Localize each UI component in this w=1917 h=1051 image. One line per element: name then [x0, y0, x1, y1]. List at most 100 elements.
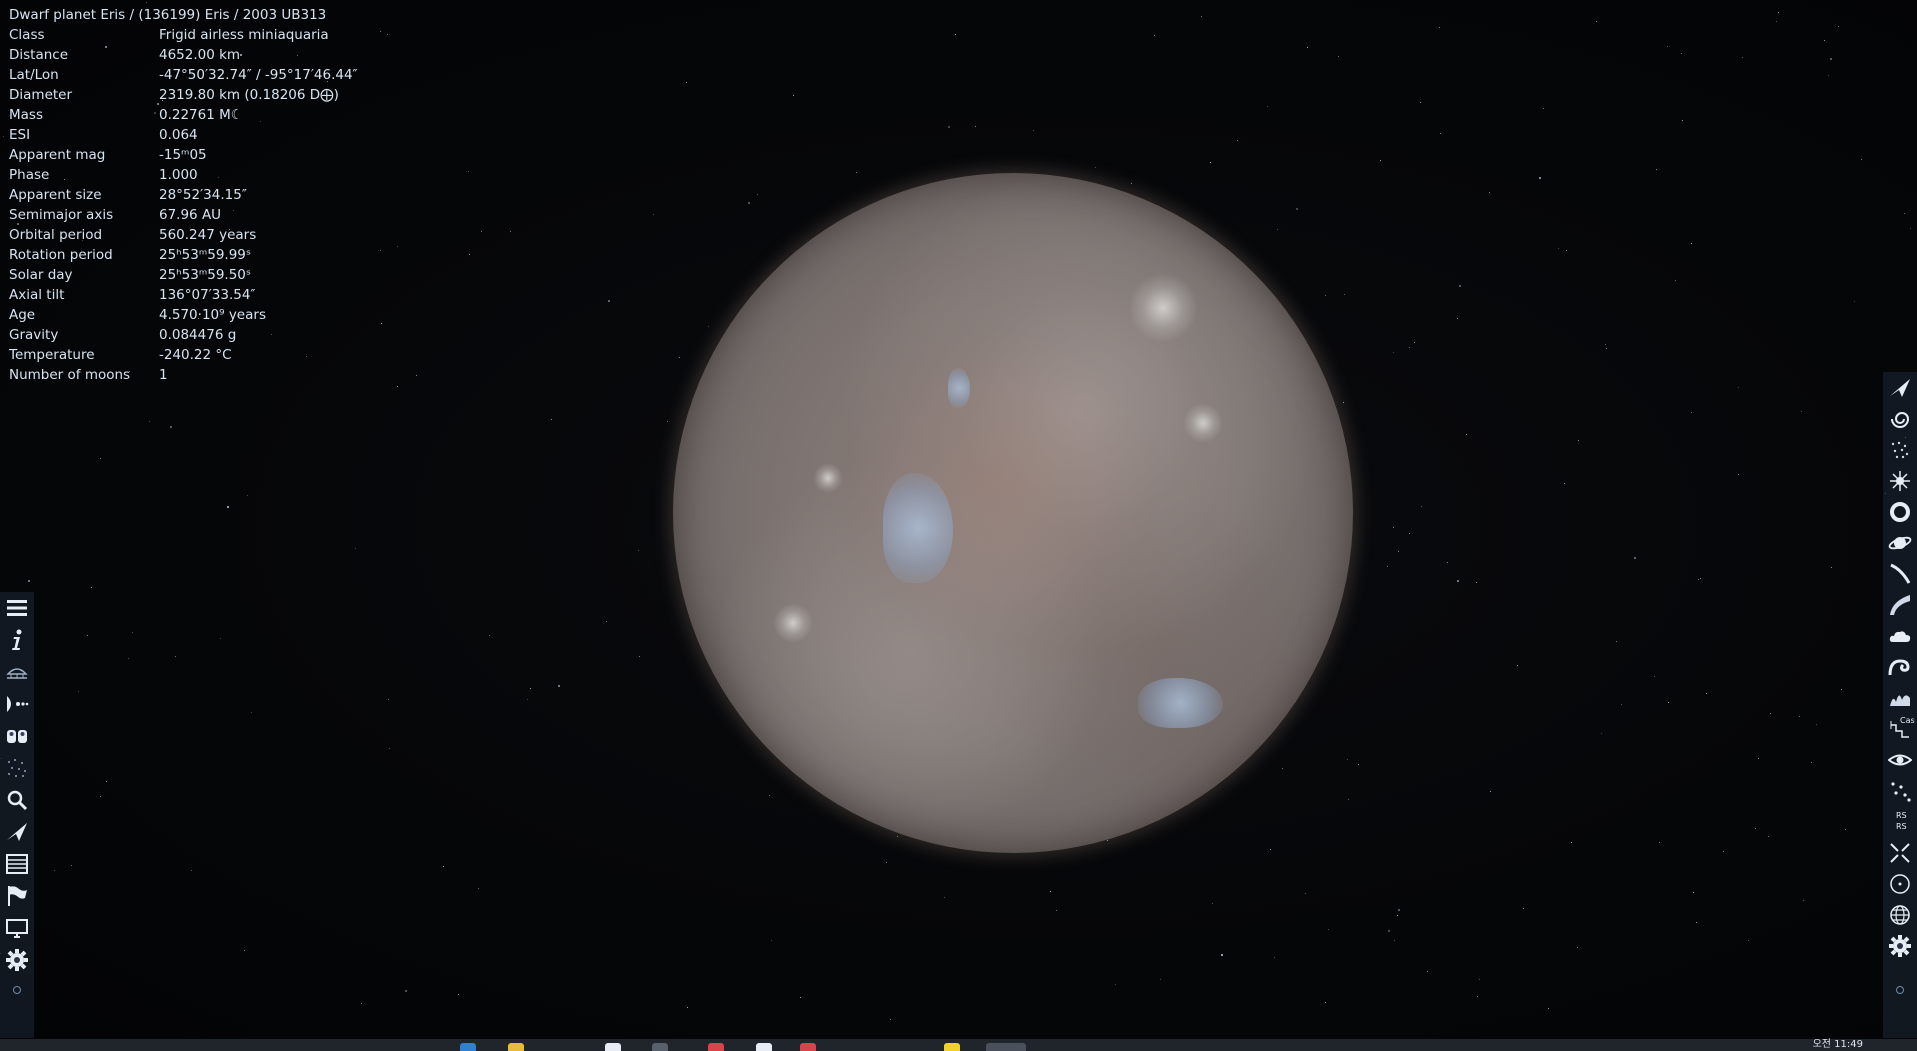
solar-system-icon[interactable] [3, 690, 31, 718]
bright-crater [773, 603, 813, 643]
star [149, 421, 150, 423]
star [132, 631, 134, 633]
planet-ring-icon[interactable] [1886, 529, 1914, 557]
star [1691, 412, 1693, 414]
display-icon[interactable] [3, 914, 31, 942]
star [379, 250, 381, 252]
space-engine-taskbar-icon[interactable] [986, 1043, 1026, 1051]
star [1861, 158, 1862, 160]
star [100, 458, 102, 460]
star [886, 861, 888, 863]
star [1695, 921, 1697, 923]
star [799, 996, 801, 998]
star [748, 202, 751, 205]
search-icon[interactable] [3, 786, 31, 814]
info-value: Frigid airless miniaquaria [159, 27, 329, 43]
star-browser-icon[interactable] [3, 722, 31, 750]
comet-icon[interactable] [1886, 560, 1914, 588]
star [1477, 995, 1479, 997]
spaceship-icon[interactable] [3, 818, 31, 846]
rs-icon[interactable]: RS RS [1886, 808, 1914, 836]
taskbar-clock[interactable]: 오전 11:49 [1813, 1039, 1863, 1051]
star [1392, 352, 1394, 354]
star [1558, 247, 1560, 249]
star [77, 691, 79, 693]
star [488, 634, 490, 636]
folder-icon[interactable] [508, 1043, 524, 1051]
info-row: Axial tilt 136°07′33.54″ [9, 285, 358, 305]
star [510, 230, 512, 232]
star [54, 870, 56, 872]
star [468, 254, 470, 255]
planet-eris[interactable] [673, 173, 1353, 853]
star [1220, 954, 1223, 957]
eye-icon[interactable] [1886, 746, 1914, 774]
star [396, 246, 398, 248]
info-value: 136°07′33.54″ [159, 287, 256, 303]
space-viewport[interactable]: Dwarf planet Eris / (136199) Eris / 2003… [0, 0, 1917, 1051]
info-icon[interactable] [3, 626, 31, 654]
star [246, 495, 248, 497]
star [190, 869, 192, 871]
star-field-icon[interactable] [3, 754, 31, 782]
gear-icon[interactable] [1886, 932, 1914, 960]
app-icon[interactable] [944, 1043, 960, 1051]
info-value: 0.064 [159, 127, 198, 143]
galaxy-icon[interactable] [1886, 405, 1914, 433]
star [1408, 532, 1410, 534]
star [1564, 483, 1566, 485]
left-toolbar [0, 592, 34, 1038]
info-key: Class [9, 27, 45, 43]
star [1476, 581, 1478, 583]
star [955, 33, 957, 35]
ice-patch [948, 368, 970, 408]
collapse-icon[interactable] [1886, 839, 1914, 867]
info-value: 1 [159, 367, 168, 383]
aurora-icon[interactable] [1886, 684, 1914, 712]
constellation-icon[interactable]: Cas [1886, 715, 1915, 743]
edge-icon[interactable] [460, 1043, 476, 1051]
observatory-icon[interactable] [3, 658, 31, 686]
spaceship-icon[interactable] [1886, 374, 1914, 402]
globe-icon[interactable] [1886, 901, 1914, 929]
ring-icon[interactable] [1886, 498, 1914, 526]
orbit-icon[interactable] [1886, 870, 1914, 898]
app-icon[interactable] [800, 1043, 816, 1051]
app-icon[interactable] [708, 1043, 724, 1051]
object-title: Dwarf planet Eris / (136199) Eris / 2003… [9, 7, 327, 23]
menu-icon[interactable] [3, 594, 31, 622]
atmosphere-icon[interactable] [1886, 591, 1914, 619]
star [771, 939, 773, 941]
info-value: 28°52′34.15″ [159, 187, 247, 203]
info-row: Number of moons 1 [9, 365, 358, 385]
nebula-icon[interactable] [1886, 467, 1914, 495]
star [396, 386, 398, 388]
app-icon[interactable] [756, 1043, 772, 1051]
star [685, 81, 687, 83]
gear-icon[interactable] [3, 946, 31, 974]
flag-icon[interactable] [3, 882, 31, 910]
star [1681, 119, 1683, 121]
star [1601, 732, 1603, 734]
star [653, 213, 655, 215]
app-icon[interactable] [652, 1043, 668, 1051]
star [70, 864, 72, 866]
info-row: Diameter 2319.80 km (0.18206 D⨁) [9, 85, 358, 105]
info-row: Orbital period 560.247 years [9, 225, 358, 245]
star [1397, 915, 1399, 917]
star [1056, 909, 1058, 911]
star [170, 426, 173, 429]
star-cluster-icon[interactable] [1886, 436, 1914, 464]
info-key: Lat/Lon [9, 67, 59, 83]
info-key: Apparent mag [9, 147, 106, 163]
star [1210, 162, 1212, 164]
app-icon[interactable] [605, 1043, 621, 1051]
cloud-icon[interactable] [1886, 622, 1914, 650]
wave-icon[interactable] [1886, 653, 1914, 681]
catalog-icon[interactable] [3, 850, 31, 878]
star [769, 795, 771, 797]
ice-patch [883, 473, 953, 583]
info-value: -15ᵐ05 [159, 147, 207, 163]
star [708, 326, 710, 328]
stars-icon[interactable] [1886, 777, 1914, 805]
